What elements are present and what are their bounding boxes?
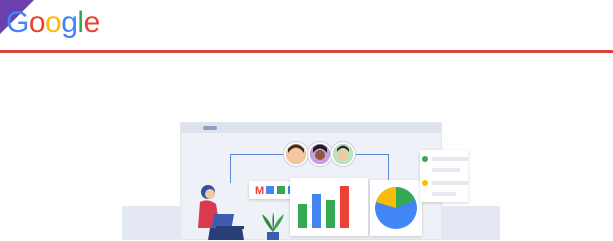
side-list-card	[420, 150, 468, 202]
bar	[340, 186, 349, 228]
pie-chart-icon	[375, 187, 417, 229]
pie-chart-card	[370, 180, 422, 236]
list-line	[432, 192, 456, 196]
person-with-laptop-icon	[198, 185, 244, 240]
bar-chart-card	[290, 178, 368, 236]
avatar	[308, 142, 332, 166]
plant-icon	[262, 212, 284, 240]
status-dot	[422, 180, 428, 186]
background-slab-left	[122, 206, 182, 240]
list-line	[432, 168, 460, 172]
list-line	[432, 157, 468, 161]
avatar-face-icon	[286, 144, 306, 164]
avatar	[284, 142, 308, 166]
background-slab-right	[440, 206, 500, 240]
browser-dots	[203, 126, 217, 130]
browser-toolbar	[181, 123, 441, 133]
status-dot	[422, 156, 428, 162]
svg-text:M: M	[255, 185, 264, 197]
bar	[298, 204, 307, 228]
avatar	[331, 142, 355, 166]
bar	[326, 200, 335, 228]
bar	[312, 194, 321, 228]
avatar-face-icon	[333, 144, 353, 164]
avatar-face-icon	[310, 144, 330, 164]
illustration: M	[0, 0, 613, 240]
connector-line-left	[230, 154, 291, 183]
connector-line-right	[350, 154, 389, 181]
list-line	[432, 181, 468, 185]
bar-chart-icon	[298, 186, 349, 228]
